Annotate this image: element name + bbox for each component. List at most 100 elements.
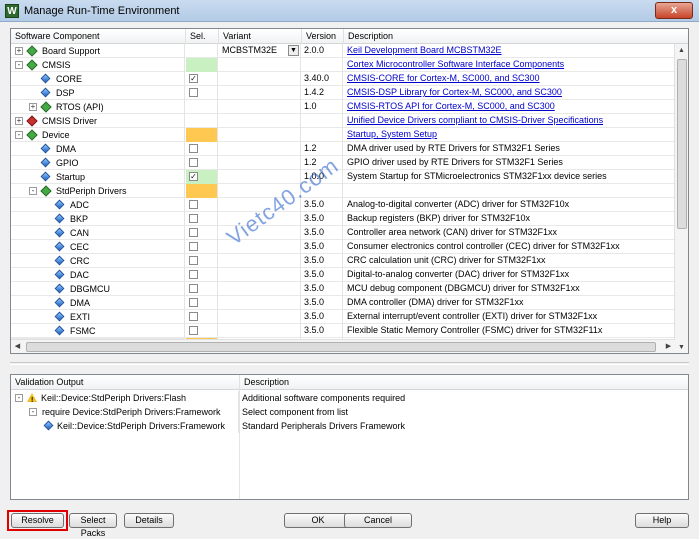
sel-cell[interactable] [186, 226, 218, 240]
component-row[interactable]: CORE ✓ 3.40.0 CMSIS-CORE for Cortex-M, SC00… [11, 72, 674, 86]
sel-cell[interactable]: ✓ [186, 170, 218, 184]
validation-row[interactable]: Keil::Device:StdPeriph Drivers:Framework… [11, 419, 688, 433]
expand-icon[interactable]: + [15, 47, 23, 55]
checkbox[interactable] [189, 200, 198, 209]
checkbox-checked[interactable]: ✓ [189, 172, 198, 181]
component-cell[interactable]: DMA [11, 296, 185, 310]
component-row[interactable]: FSMC 3.5.0 Flexible Static Memory Controll… [11, 324, 674, 338]
collapse-icon[interactable]: - [15, 131, 23, 139]
checkbox[interactable] [189, 298, 198, 307]
resolve-button[interactable]: Resolve [11, 513, 64, 528]
sel-cell[interactable] [186, 324, 218, 338]
sel-cell[interactable] [186, 254, 218, 268]
component-cell[interactable]: CEC [11, 240, 185, 254]
sel-cell[interactable] [186, 268, 218, 282]
description-link[interactable]: CMSIS-RTOS API for Cortex-M, SC000, and … [347, 101, 555, 111]
description-cell[interactable]: Keil Development Board MCBSTM32E [344, 44, 674, 58]
scroll-left-icon[interactable]: ◀ [11, 340, 24, 353]
scroll-up-icon[interactable]: ▲ [675, 44, 688, 57]
component-cell[interactable]: DAC [11, 268, 185, 282]
sel-cell[interactable] [186, 44, 218, 58]
checkbox[interactable] [189, 242, 198, 251]
details-button[interactable]: Details [124, 513, 174, 528]
description-link[interactable]: Startup, System Setup [347, 129, 437, 139]
checkbox[interactable] [189, 158, 198, 167]
header-description[interactable]: Description [344, 29, 688, 44]
cancel-button[interactable]: Cancel [344, 513, 412, 528]
header-software-component[interactable]: Software Component [11, 29, 186, 44]
component-cell[interactable]: + Board Support [11, 44, 185, 58]
checkbox[interactable] [189, 88, 198, 97]
hscroll-thumb[interactable] [26, 342, 656, 352]
component-row[interactable]: + Board Support MCBSTM32E ▼ 2.0.0 Keil Develo… [11, 44, 674, 58]
component-row[interactable]: BKP 3.5.0 Backup registers (BKP) driver fo… [11, 212, 674, 226]
description-cell[interactable]: Startup, System Setup [344, 128, 674, 142]
checkbox[interactable] [189, 228, 198, 237]
component-cell[interactable]: FSMC [11, 324, 185, 338]
collapse-icon[interactable]: - [15, 394, 23, 402]
description-link[interactable]: Cortex Microcontroller Software Interfac… [347, 59, 564, 69]
component-row[interactable]: DMA 1.2 DMA driver used by RTE Drivers for… [11, 142, 674, 156]
component-cell[interactable]: - StdPeriph Drivers [11, 184, 185, 198]
description-cell[interactable]: CMSIS-CORE for Cortex-M, SC000, and SC30… [344, 72, 674, 86]
description-cell[interactable]: Cortex Microcontroller Software Interfac… [344, 58, 674, 72]
variant-cell[interactable]: MCBSTM32E ▼ [219, 44, 301, 58]
sel-cell[interactable] [186, 212, 218, 226]
sel-cell[interactable] [186, 142, 218, 156]
component-row[interactable]: GPIO 1.2 GPIO driver used by RTE Drivers f… [11, 156, 674, 170]
sel-cell[interactable] [186, 100, 218, 114]
checkbox-checked[interactable]: ✓ [189, 74, 198, 83]
header-version[interactable]: Version [302, 29, 344, 44]
component-cell[interactable]: CAN [11, 226, 185, 240]
component-cell[interactable]: DSP [11, 86, 185, 100]
panel-splitter[interactable] [10, 362, 689, 365]
header-variant[interactable]: Variant [219, 29, 302, 44]
sel-cell[interactable] [186, 198, 218, 212]
component-cell[interactable]: CORE [11, 72, 185, 86]
sel-cell[interactable] [186, 282, 218, 296]
ok-button[interactable]: OK [284, 513, 352, 528]
sel-cell[interactable] [186, 310, 218, 324]
component-cell[interactable]: - CMSIS [11, 58, 185, 72]
component-row[interactable]: + RTOS (API) 1.0 CMSIS-RTOS API for Cortex-… [11, 100, 674, 114]
checkbox[interactable] [189, 312, 198, 321]
close-button[interactable]: x [655, 2, 693, 19]
component-row[interactable]: EXTI 3.5.0 External interrupt/event contro… [11, 310, 674, 324]
sel-cell[interactable] [186, 128, 218, 142]
validation-output-cell[interactable]: -! Keil::Device:StdPeriph Drivers:Flash [11, 391, 239, 405]
component-row[interactable]: DAC 3.5.0 Digital-to-analog converter (DAC… [11, 268, 674, 282]
sel-cell[interactable] [186, 184, 218, 198]
component-cell[interactable]: + RTOS (API) [11, 100, 185, 114]
component-cell[interactable]: DMA [11, 142, 185, 156]
description-cell[interactable]: CMSIS-DSP Library for Cortex-M, SC000, a… [344, 86, 674, 100]
component-row[interactable]: CEC 3.5.0 Consumer electronics control con… [11, 240, 674, 254]
component-cell[interactable]: BKP [11, 212, 185, 226]
checkbox[interactable] [189, 284, 198, 293]
header-validation-description[interactable]: Description [240, 375, 688, 390]
sel-cell[interactable] [186, 156, 218, 170]
component-row[interactable]: - StdPeriph Drivers [11, 184, 674, 198]
vertical-scrollbar[interactable]: ▲ ▼ [674, 44, 688, 353]
checkbox[interactable] [189, 214, 198, 223]
checkbox[interactable] [189, 270, 198, 279]
description-cell[interactable]: CMSIS-RTOS API for Cortex-M, SC000, and … [344, 100, 674, 114]
checkbox[interactable] [189, 144, 198, 153]
collapse-icon[interactable]: - [15, 61, 23, 69]
sel-cell[interactable] [186, 58, 218, 72]
component-row[interactable]: DMA 3.5.0 DMA controller (DMA) driver for … [11, 296, 674, 310]
description-link[interactable]: Keil Development Board MCBSTM32E [347, 45, 502, 55]
component-row[interactable]: ADC 3.5.0 Analog-to-digital converter (ADC… [11, 198, 674, 212]
component-row[interactable]: Startup ✓ 1.0.0 System Startup for STMicroe… [11, 170, 674, 184]
component-row[interactable]: DSP 1.4.2 CMSIS-DSP Library for Cortex-M, … [11, 86, 674, 100]
component-cell[interactable]: GPIO [11, 156, 185, 170]
header-sel[interactable]: Sel. [186, 29, 219, 44]
scroll-right-icon[interactable]: ▶ [662, 340, 675, 353]
component-cell[interactable]: DBGMCU [11, 282, 185, 296]
component-row[interactable]: DBGMCU 3.5.0 MCU debug component (DBGMCU) … [11, 282, 674, 296]
select-packs-button[interactable]: Select Packs [69, 513, 117, 538]
help-button[interactable]: Help [635, 513, 689, 528]
scroll-down-icon[interactable]: ▼ [675, 341, 688, 353]
component-cell[interactable]: Startup [11, 170, 185, 184]
expand-icon[interactable]: + [15, 117, 23, 125]
description-link[interactable]: CMSIS-DSP Library for Cortex-M, SC000, a… [347, 87, 562, 97]
